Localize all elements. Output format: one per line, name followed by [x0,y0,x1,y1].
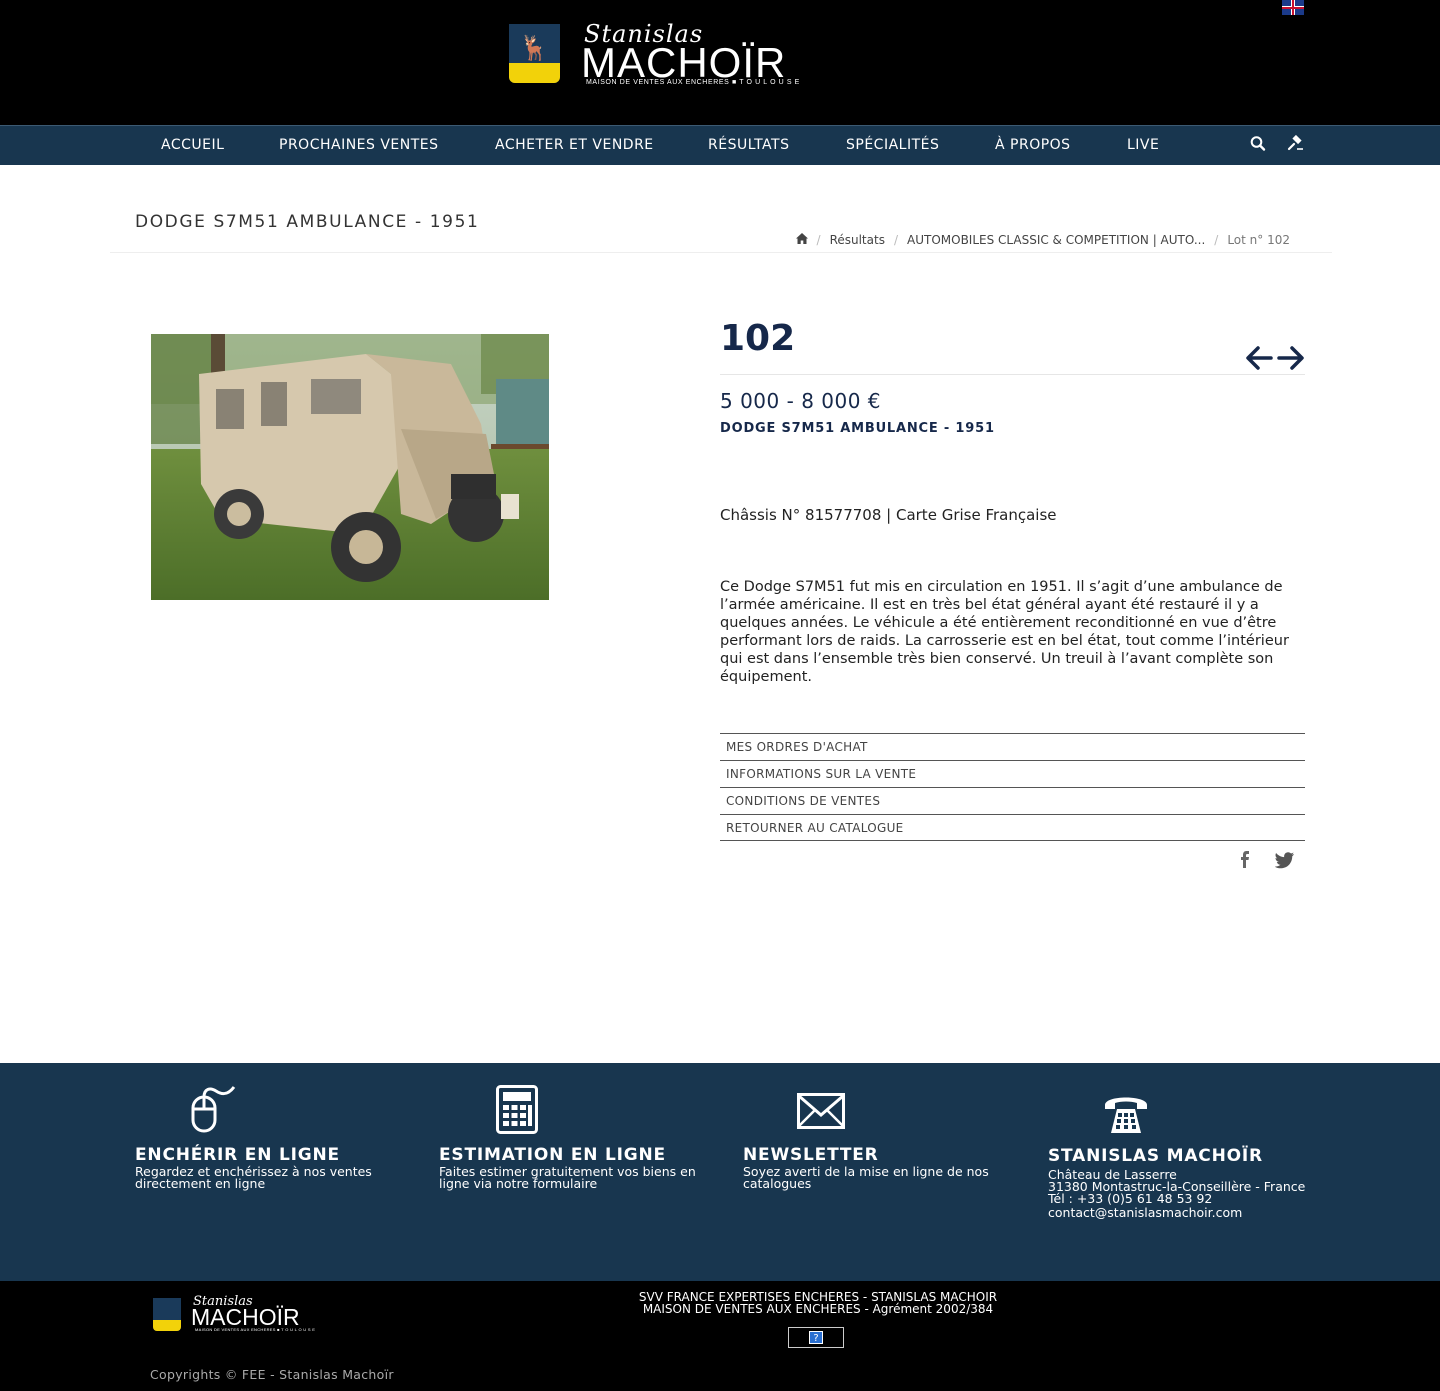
arrow-left-icon[interactable] [1245,343,1273,377]
nav-item-specialites[interactable]: SPÉCIALITÉS [846,137,939,153]
link-mes-ordres-achat[interactable]: MES ORDRES D'ACHAT [720,733,1305,760]
phone-icon [1103,1091,1149,1139]
nav-item-a-propos[interactable]: À PROPOS [995,137,1071,153]
twitter-icon[interactable] [1274,851,1295,873]
link-informations-vente[interactable]: INFORMATIONS SUR LA VENTE [720,760,1305,787]
lot-chassis: Châssis N° 81577708 | Carte Grise França… [720,506,1057,524]
lot-number: 102 [720,318,796,359]
footer-title-estimation: ESTIMATION EN LIGNE [439,1145,666,1165]
lot-photo[interactable] [151,334,549,600]
footer: ENCHÉRIR EN LIGNE Regardez et enchérisse… [0,1063,1440,1281]
lot-links: MES ORDRES D'ACHAT INFORMATIONS SUR LA V… [720,733,1305,841]
contact-phone[interactable]: Tél : +33 (0)5 61 48 53 92 [1048,1192,1318,1205]
search-icon[interactable] [1250,135,1266,157]
footer-text-estimation: Faites estimer gratuitement vos biens en… [439,1164,696,1191]
link-retourner-catalogue[interactable]: RETOURNER AU CATALOGUE [720,814,1305,841]
envelope-icon [797,1093,845,1133]
footer-title-contact: STANISLAS MACHOÏR [1048,1146,1263,1166]
breadcrumb-resultats[interactable]: Résultats [830,233,885,247]
bottom-bar: Stanislas MACHOÏR MAISON DE VENTES AUX E… [0,1281,1440,1391]
help-icon: ? [809,1331,823,1344]
nav-item-live[interactable]: LIVE [1127,137,1159,153]
legal-info: SVV FRANCE EXPERTISES ENCHERES - STANISL… [618,1291,1018,1315]
link-conditions-ventes[interactable]: CONDITIONS DE VENTES [720,787,1305,814]
footer-text-newsletter: Soyez averti de la mise en ligne de nos … [743,1164,989,1191]
footer-logo-name: MACHOÏR [191,1304,300,1330]
footer-logo[interactable]: Stanislas MACHOÏR MAISON DE VENTES AUX E… [153,1294,315,1335]
breadcrumb-current: Lot n° 102 [1227,233,1290,247]
breadcrumb: / Résultats / AUTOMOBILES CLASSIC & COMP… [795,233,1290,247]
gavel-icon[interactable] [1287,134,1305,157]
uk-flag-icon[interactable] [1282,0,1304,15]
logo-badge-icon: 🦌 [509,24,560,83]
arrow-right-icon[interactable] [1277,343,1305,377]
breadcrumb-sale[interactable]: AUTOMOBILES CLASSIC & COMPETITION | AUTO… [907,233,1205,247]
copyright: Copyrights © FEE - Stanislas Machoïr [150,1367,394,1382]
page-title: DODGE S7M51 AMBULANCE - 1951 [135,212,480,232]
facebook-icon[interactable] [1239,851,1251,873]
site-logo[interactable]: 🦌 Stanislas MACHOÏR MAISON DE VENTES AUX… [509,20,799,90]
nav-item-prochaines-ventes[interactable]: PROCHAINES VENTES [279,137,439,153]
footer-text-encherir: Regardez et enchérissez à nos ventes dir… [135,1164,372,1191]
footer-title-encherir: ENCHÉRIR EN LIGNE [135,1145,340,1165]
lot-description: Ce Dodge S7M51 fut mis en circulation en… [720,579,1289,685]
title-divider [110,252,1332,253]
legal-line2: MAISON DE VENTES AUX ENCHERES - Agrément… [642,1302,994,1316]
nav-item-resultats[interactable]: RÉSULTATS [708,137,789,153]
footer-title-newsletter: NEWSLETTER [743,1145,879,1165]
main-nav: ACCUEIL PROCHAINES VENTES ACHETER ET VEN… [0,125,1440,165]
footer-logo-badge-icon [153,1298,181,1331]
nav-item-accueil[interactable]: ACCUEIL [161,137,224,153]
logo-name: MACHOÏR [581,39,787,86]
contact-email[interactable]: contact@stanislasmachoir.com [1048,1206,1318,1219]
site-header: 🦌 Stanislas MACHOÏR MAISON DE VENTES AUX… [0,0,1440,125]
help-button[interactable]: ? [788,1327,844,1348]
logo-tagline: MAISON DE VENTES AUX ENCHERES ■ T O U L … [586,79,800,86]
calculator-icon [496,1085,540,1139]
home-icon[interactable] [795,233,808,247]
lot-divider [720,374,1305,375]
nav-item-acheter-et-vendre[interactable]: ACHETER ET VENDRE [495,137,654,153]
mouse-icon [190,1085,238,1137]
footer-contact-address: Château de Lasserre 31380 Montastruc-la-… [1048,1168,1318,1219]
lot-title: DODGE S7M51 AMBULANCE - 1951 [720,421,995,436]
lot-estimate: 5 000 - 8 000 € [720,389,882,413]
footer-logo-tagline: MAISON DE VENTES AUX ENCHERES ■ T O U L … [195,1327,316,1332]
